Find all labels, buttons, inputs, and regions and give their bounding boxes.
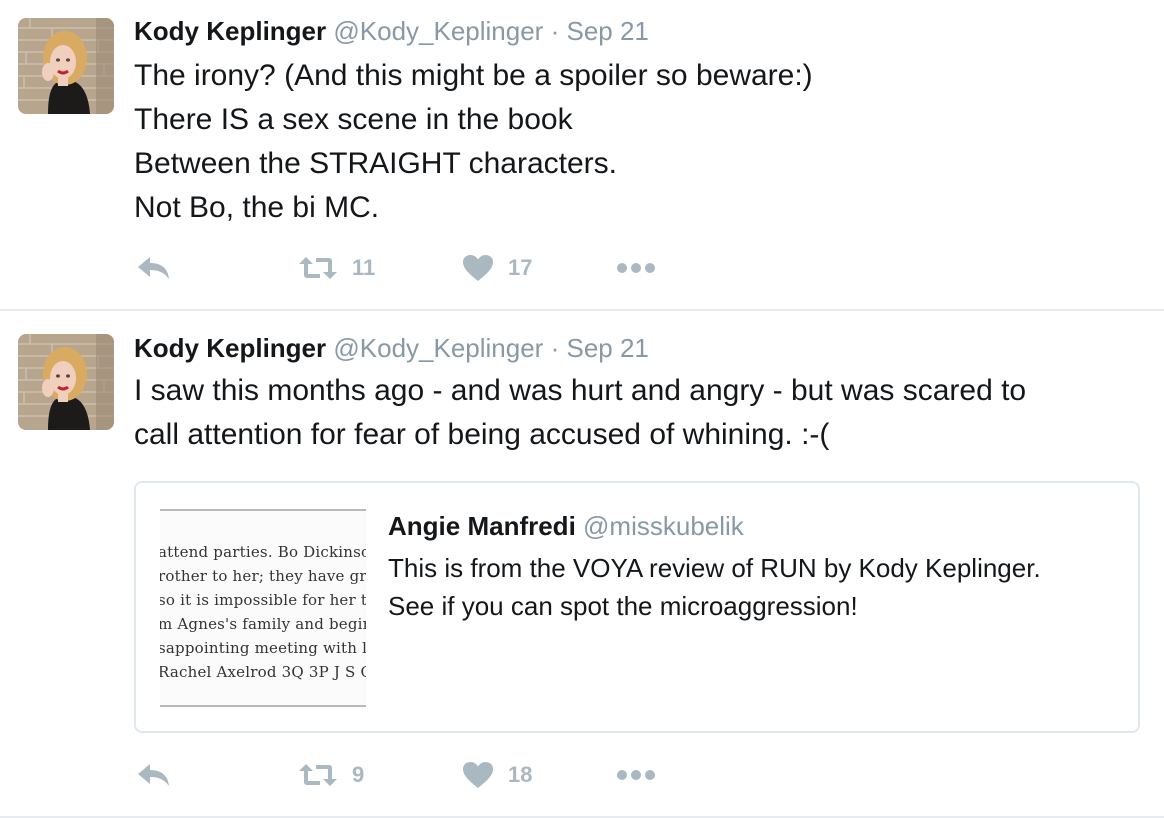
tweet-header: Kody Keplinger @Kody_Keplinger · Sep 21 <box>134 16 649 47</box>
tweet-text-line: There IS a sex scene in the book <box>134 103 573 136</box>
quoted-tweet[interactable]: attend parties. Bo Dickinso rother to he… <box>134 481 1140 733</box>
image-rule <box>160 509 366 511</box>
tweet-text-line: Not Bo, the bi MC. <box>134 191 380 224</box>
reply-button[interactable] <box>136 755 172 795</box>
avatar[interactable] <box>18 18 114 114</box>
separator: · <box>550 333 560 363</box>
author-name[interactable]: Kody Keplinger <box>134 16 326 46</box>
retweet-icon <box>299 257 337 279</box>
tweet-header: Kody Keplinger @Kody_Keplinger · Sep 21 <box>134 333 649 364</box>
quoted-text-line: See if you can spot the microaggression! <box>388 591 858 621</box>
tweet-date[interactable]: Sep 21 <box>566 333 648 363</box>
more-button[interactable] <box>616 248 656 288</box>
tweet-text-line: call attention for fear of being accused… <box>134 418 830 451</box>
retweet-icon <box>299 764 337 786</box>
tweet-text-line: Between the STRAIGHT characters. <box>134 147 617 180</box>
retweet-count: 9 <box>352 762 365 787</box>
retweet-button[interactable]: 11 <box>298 248 375 288</box>
reply-icon <box>138 764 169 786</box>
image-text-line: m Agnes's family and begir <box>160 615 366 633</box>
author-name[interactable]: Kody Keplinger <box>134 333 326 363</box>
quoted-tweet-header: Angie Manfredi @misskubelik <box>388 511 744 542</box>
tweet[interactable]: Kody Keplinger @Kody_Keplinger · Sep 21 … <box>0 311 1164 818</box>
tweet-text: The irony? (And this might be a spoiler … <box>134 54 813 230</box>
tweet-text: I saw this months ago - and was hurt and… <box>134 369 1026 457</box>
tweet-actions: 9 18 <box>134 755 694 795</box>
tweet-date[interactable]: Sep 21 <box>566 16 648 46</box>
image-text-line: so it is impossible for her t <box>160 591 366 609</box>
tweet-text-line: The irony? (And this might be a spoiler … <box>134 59 813 92</box>
like-count: 17 <box>508 255 533 280</box>
more-button[interactable] <box>616 755 656 795</box>
retweet-count: 11 <box>352 255 376 280</box>
separator: · <box>550 16 560 46</box>
avatar[interactable] <box>18 334 114 430</box>
image-rule <box>160 705 366 707</box>
like-button[interactable]: 18 <box>462 755 532 795</box>
retweet-button[interactable]: 9 <box>298 755 364 795</box>
reply-button[interactable] <box>136 248 172 288</box>
quoted-author-name[interactable]: Angie Manfredi <box>388 511 576 541</box>
image-text-line: Rachel Axelrod 3Q 3P J S C <box>160 663 366 681</box>
author-handle[interactable]: @Kody_Keplinger <box>333 16 543 46</box>
quoted-author-handle[interactable]: @misskubelik <box>583 511 744 541</box>
quoted-text-line: This is from the VOYA review of RUN by K… <box>388 553 1041 583</box>
like-button[interactable]: 17 <box>462 248 532 288</box>
tweet-actions: 11 17 <box>134 248 694 288</box>
image-text-line: attend parties. Bo Dickinso <box>160 543 366 561</box>
heart-icon <box>463 255 493 281</box>
more-icon <box>617 770 655 780</box>
tweet-text-line: I saw this months ago - and was hurt and… <box>134 374 1027 407</box>
reply-icon <box>138 257 169 279</box>
more-icon <box>617 263 655 273</box>
avatar-image <box>18 334 114 430</box>
like-count: 18 <box>508 762 533 787</box>
quoted-tweet-image[interactable]: attend parties. Bo Dickinso rother to he… <box>160 509 366 709</box>
author-handle[interactable]: @Kody_Keplinger <box>333 333 543 363</box>
quoted-tweet-text: This is from the VOYA review of RUN by K… <box>388 549 1041 625</box>
image-text-line: sappointing meeting with l <box>160 639 366 657</box>
heart-icon <box>463 762 493 788</box>
tweet[interactable]: Kody Keplinger @Kody_Keplinger · Sep 21 … <box>0 0 1164 311</box>
image-text-line: rother to her; they have gr <box>160 567 366 585</box>
avatar-image <box>18 18 114 114</box>
